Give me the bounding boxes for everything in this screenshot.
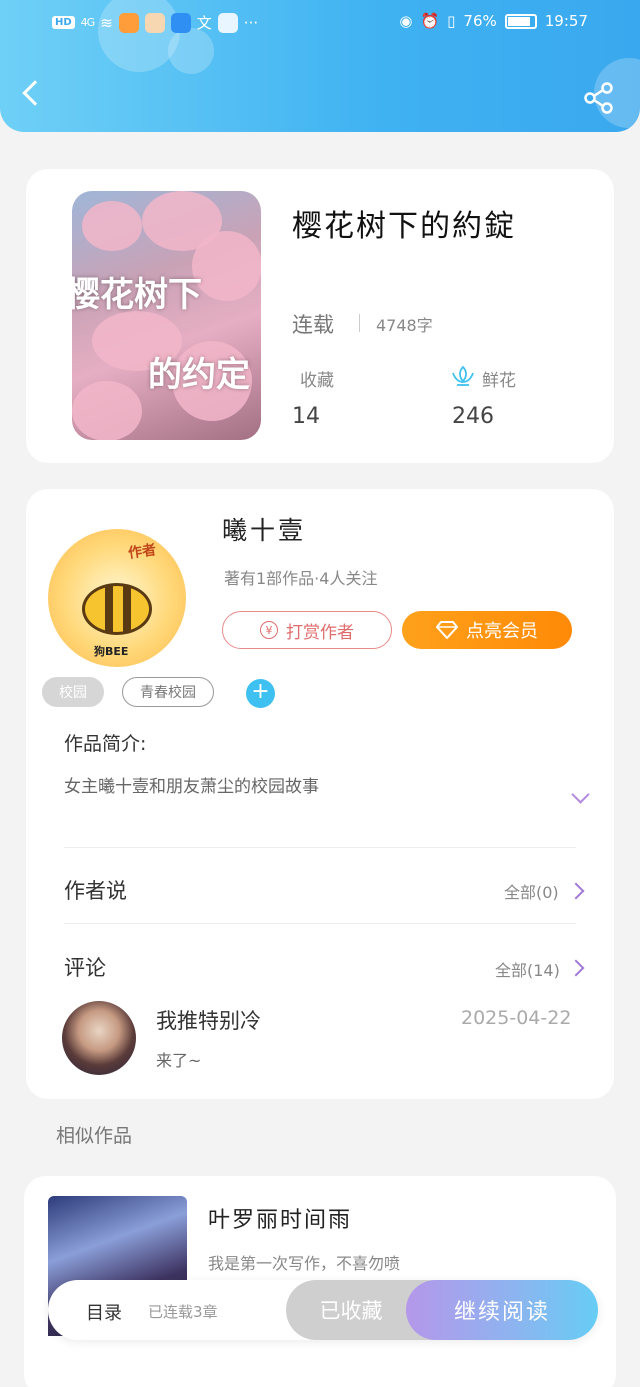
book-status: 连载 [292, 313, 334, 337]
book-title: 樱花树下的約錠 [292, 209, 516, 244]
cover-title-line1: 樱花树下 [72, 275, 202, 315]
battery-percent: 76% [463, 12, 497, 30]
book-word-count: 4748字 [376, 316, 433, 335]
yen-icon: ¥ [260, 621, 278, 639]
share-icon[interactable] [583, 82, 615, 114]
bee-icon [82, 583, 152, 635]
author-says-label[interactable]: 作者说 [64, 875, 127, 905]
tip-author-button[interactable]: ¥ 打赏作者 [222, 611, 392, 649]
search-app-icon [170, 12, 191, 33]
app-header: HD 4G ≋ 文 ··· ◉ ⏰ ▯ 76% 19:57 [0, 0, 640, 132]
favorites-count: 14 [292, 404, 320, 429]
chapter-count: 已连载3章 [148, 1303, 218, 1321]
comments-more[interactable]: 全部(14) [495, 957, 560, 981]
app-notification-icon [118, 12, 139, 33]
intro-label: 作品简介: [64, 733, 147, 755]
translate-icon: 文 [196, 14, 212, 32]
favorited-label: 已收藏 [319, 1299, 383, 1323]
similar-work-title[interactable]: 叶罗丽时间雨 [208, 1202, 352, 1234]
bottom-action-bar: 目录 已连载3章 已收藏 继续阅读 [48, 1280, 598, 1340]
tag-youth-campus[interactable]: 青春校园 [122, 677, 214, 707]
flowers-label: 鲜花 [482, 371, 516, 391]
author-card: 作者 狗BEE 曦十壹 著有1部作品·4人关注 ¥ 打赏作者 点亮会员 校园 青… [26, 489, 614, 1099]
author-name[interactable]: 曦十壹 [222, 511, 306, 547]
author-info: 著有1部作品·4人关注 [224, 569, 378, 588]
divider [64, 923, 576, 924]
chevron-right-icon[interactable] [567, 959, 585, 977]
more-notifications-icon: ··· [243, 13, 259, 32]
comment-date: 2025-04-22 [461, 1007, 572, 1029]
commenter-name[interactable]: 我推特别冷 [156, 1005, 261, 1035]
app-notification-icon [144, 12, 165, 33]
comments-label[interactable]: 评论 [64, 952, 106, 982]
book-cover[interactable]: 樱花树下 的约定 [72, 191, 261, 440]
flowers-count: 246 [452, 404, 494, 429]
divider [64, 847, 576, 848]
favorites-label: 收藏 [300, 371, 334, 391]
comment-text: 来了~ [156, 1051, 202, 1070]
author-avatar[interactable]: 作者 狗BEE [48, 529, 186, 667]
signal-icon: 4G [80, 16, 95, 29]
book-info-card: 樱花树下 的约定 樱花树下的約錠 连载 4748字 收藏 14 鲜花 246 [26, 169, 614, 463]
similar-work-desc: 我是第一次写作，不喜勿喷 [208, 1254, 401, 1273]
toc-button[interactable]: 目录 [86, 1299, 122, 1325]
vip-label: 点亮会员 [466, 621, 538, 642]
intro-text: 女主曦十壹和朋友萧尘的校园故事 [64, 777, 319, 797]
alarm-icon: ⏰ [420, 12, 440, 30]
clock: 19:57 [544, 12, 588, 30]
tag-campus[interactable]: 校园 [42, 677, 104, 707]
chevron-right-icon[interactable] [567, 882, 585, 900]
status-bar: HD 4G ≋ 文 ··· ◉ ⏰ ▯ 76% 19:57 [0, 10, 640, 40]
tip-author-label: 打赏作者 [286, 622, 354, 643]
continue-reading-label: 继续阅读 [453, 1300, 550, 1325]
cover-title-line2: 的约定 [148, 355, 250, 395]
battery-icon [504, 13, 537, 29]
vibrate-icon: ▯ [447, 12, 456, 30]
send-app-icon [217, 12, 238, 33]
similar-works-heading: 相似作品 [56, 1125, 133, 1147]
vip-button[interactable]: 点亮会员 [402, 611, 572, 649]
eye-icon: ◉ [399, 12, 413, 30]
back-icon[interactable] [22, 80, 48, 106]
flower-icon [452, 365, 474, 386]
author-says-more[interactable]: 全部(0) [504, 879, 559, 903]
avatar-author-tag: 作者 [127, 542, 158, 562]
divider [359, 314, 360, 332]
chevron-down-icon[interactable] [571, 785, 590, 804]
commenter-avatar[interactable] [62, 1001, 136, 1075]
wifi-icon: ≋ [100, 13, 113, 32]
add-tag-button[interactable]: + [246, 679, 275, 708]
diamond-icon [436, 621, 458, 639]
continue-reading-button[interactable]: 继续阅读 [406, 1280, 598, 1340]
avatar-name-text: 狗BEE [94, 645, 129, 658]
hd-badge: HD [52, 16, 75, 29]
